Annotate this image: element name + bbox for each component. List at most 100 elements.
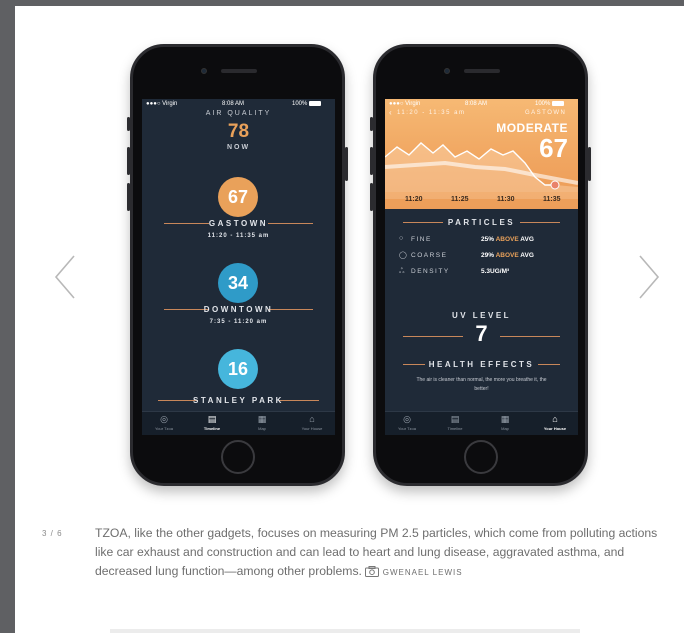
air-quality-chart-panel: ●●●○ Virgin 8:08 AM 100% ‹ 11:20 - 11:35… (385, 99, 578, 209)
status-bar: ●●●○ Virgin 8:08 AM 100% (385, 99, 578, 109)
slide-caption: TZOA, like the other gadgets, focuses on… (95, 524, 670, 582)
battery-label: 100% (535, 101, 565, 108)
front-camera (201, 68, 207, 74)
particle-avg: AVG (520, 252, 534, 259)
volume-up-button (370, 147, 373, 175)
tick-label: 11:20 (405, 196, 423, 203)
tab-bar: ◎ Your Tzoa ▤ Timeline ▦ Map ⌂ Your Hous… (142, 411, 335, 435)
location-score-circle[interactable]: 16 (218, 349, 258, 389)
uv-level-title: UV LEVEL (451, 311, 512, 320)
tab-label: Your Tzoa (397, 426, 416, 431)
battery-icon (309, 101, 322, 106)
particle-name: DENSITY (411, 268, 450, 275)
timeline-icon: ▤ (450, 414, 460, 424)
particle-row-density: ஃ DENSITY 5.3UG/M³ (399, 267, 569, 277)
time-range-label: 11:20 - 11:35 am (397, 110, 466, 116)
tab-label: Timeline (447, 426, 463, 431)
uv-level-value: 7 (475, 321, 488, 346)
mute-switch (127, 117, 130, 131)
back-chevron-icon[interactable]: ‹ (389, 108, 393, 117)
detail-header: ‹ 11:20 - 11:35 am GASTOWN (385, 108, 578, 119)
tick-label: 11:30 (497, 196, 515, 203)
photo-credit: GWENAEL LEWIS (382, 568, 463, 577)
tab-map[interactable]: ▦ Map (242, 414, 282, 431)
gauge-icon: ◎ (403, 414, 411, 424)
particle-row-coarse: ◯ COARSE 29% ABOVE AVG (399, 251, 569, 261)
chart-current-point[interactable] (550, 180, 560, 190)
volume-down-button (370, 183, 373, 211)
particles-title: PARTICLES (447, 218, 516, 227)
tab-your-tzoa[interactable]: ◎ Your Tzoa (144, 414, 184, 431)
tab-label: Your House (543, 426, 567, 431)
tab-your-house[interactable]: ⌂ Your House (292, 414, 332, 431)
power-button (345, 147, 348, 181)
carrier-label: ●●●○ Virgin (146, 101, 178, 107)
next-slide-button[interactable] (634, 252, 664, 302)
carrier-label: ●●●○ Virgin (389, 101, 421, 107)
battery-icon (552, 101, 565, 106)
tab-your-tzoa[interactable]: ◎ Your Tzoa (387, 414, 427, 431)
chart-fill-area (385, 143, 578, 199)
tab-map[interactable]: ▦ Map (485, 414, 525, 431)
tick-label: 11:25 (451, 196, 469, 203)
coarse-particle-icon: ◯ (399, 252, 407, 259)
battery-label: 100% (292, 101, 322, 108)
location-name: STANLEY PARK (193, 396, 284, 405)
battery-percent: 100% (535, 101, 551, 108)
particle-value: 29% ABOVE AVG (481, 252, 534, 259)
tab-label: Your Tzoa (154, 426, 173, 431)
mute-switch (370, 117, 373, 131)
power-button (588, 147, 591, 181)
location-detail-screen: ●●●○ Virgin 8:08 AM 100% ‹ 11:20 - 11:35… (385, 99, 578, 435)
tab-timeline[interactable]: ▤ Timeline (435, 414, 475, 431)
front-camera (444, 68, 450, 74)
location-name: DOWNTOWN (203, 305, 274, 314)
particle-value: 5.3UG/M³ (481, 268, 510, 275)
air-quality-screen: ●●●○ Virgin 8:08 AM 100% AIR QUALITY 78 … (142, 99, 335, 435)
earpiece-speaker (464, 69, 500, 73)
map-icon: ▦ (500, 414, 510, 424)
location-time: 11:20 - 11:35 am (207, 233, 270, 239)
location-time: 7:35 - 11:20 am (209, 319, 268, 325)
tab-label: Your House (301, 426, 323, 431)
particle-pct: 29% (481, 252, 495, 259)
house-icon: ⌂ (309, 414, 315, 424)
volume-down-button (127, 183, 130, 211)
tab-label: Map (258, 426, 266, 431)
air-quality-value: 78 (227, 121, 250, 142)
earpiece-speaker (221, 69, 257, 73)
health-effects-text: The air is cleaner than normal, the more… (416, 377, 547, 392)
status-bar: ●●●○ Virgin 8:08 AM 100% (142, 99, 335, 109)
clock-label: 8:08 AM (222, 101, 245, 107)
particle-value: 25% ABOVE AVG (481, 236, 534, 243)
tab-timeline[interactable]: ▤ Timeline (192, 414, 232, 431)
particle-above: ABOVE (495, 236, 519, 243)
chevron-right-icon (639, 255, 660, 299)
chevron-left-icon (54, 255, 75, 299)
location-name: GASTOWN (208, 219, 269, 228)
air-quality-label: AIR QUALITY (205, 110, 272, 117)
particle-name: FINE (411, 236, 432, 243)
bottom-strip (110, 629, 580, 633)
tab-your-house[interactable]: ⌂ Your House (535, 414, 575, 431)
camera-icon (365, 566, 380, 578)
phone-air-quality: ●●●○ Virgin 8:08 AM 100% AIR QUALITY 78 … (127, 44, 348, 486)
health-effects-title: HEALTH EFFECTS (428, 360, 535, 369)
air-quality-line-chart (385, 142, 578, 199)
slide-counter: 3 / 6 (42, 529, 63, 538)
battery-percent: 100% (292, 101, 308, 108)
time-axis: 11:20 11:25 11:30 11:35 (385, 192, 578, 209)
phone-location-detail: ●●●○ Virgin 8:08 AM 100% ‹ 11:20 - 11:35… (370, 44, 591, 486)
tab-bar: ◎ Your Tzoa ▤ Timeline ▦ Map ⌂ Your Hous… (385, 411, 578, 435)
prev-slide-button[interactable] (50, 252, 80, 302)
location-score-circle[interactable]: 34 (218, 263, 258, 303)
location-score-circle[interactable]: 67 (218, 177, 258, 217)
home-button[interactable] (464, 440, 498, 474)
particle-above: ABOVE (495, 252, 519, 259)
tab-label: Timeline (203, 426, 221, 431)
particle-avg: AVG (520, 236, 534, 243)
home-button[interactable] (221, 440, 255, 474)
house-icon: ⌂ (552, 414, 558, 424)
particle-name: COARSE (411, 252, 448, 259)
gauge-icon: ◎ (160, 414, 168, 424)
